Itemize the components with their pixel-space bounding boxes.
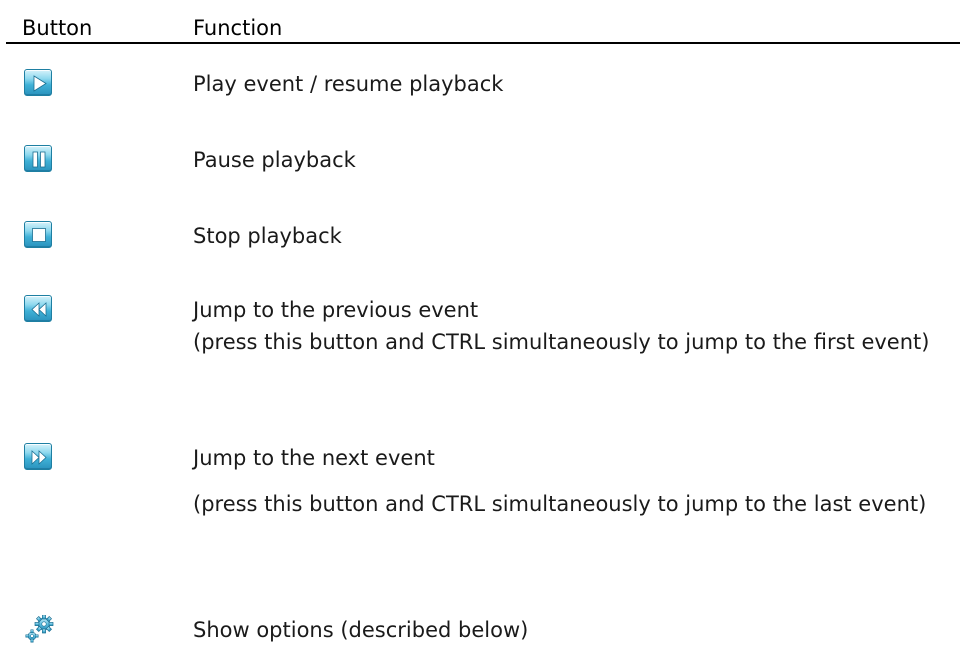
stop-icon [24, 221, 52, 248]
table-row-stop: Stop playback [0, 206, 960, 266]
row-function-cell: Jump to the previous event (press this b… [193, 294, 955, 358]
table-row-pause: Pause playback [0, 131, 960, 191]
options-gear-icon [24, 614, 54, 645]
table-row-play: Play event / resume playback [0, 56, 960, 116]
row-function-text: Jump to the previous event [193, 298, 479, 322]
row-function-text: Show options (described below) [193, 618, 529, 642]
row-function-text: Pause playback [193, 148, 356, 172]
row-function-cell: Jump to the next event (press this butto… [193, 442, 955, 520]
row-function-note: (press this button and CTRL simultaneous… [193, 330, 930, 354]
table-row-next-event: Jump to the next event (press this butto… [0, 428, 960, 568]
column-header-button: Button [22, 16, 93, 40]
header-rule [6, 42, 960, 44]
pause-icon [24, 145, 52, 172]
row-function-text: Jump to the next event [193, 446, 435, 470]
table-row-options: Show options (described below) [0, 612, 960, 662]
row-function-text: Stop playback [193, 224, 342, 248]
next-event-icon [24, 443, 52, 470]
previous-event-icon [24, 295, 52, 322]
row-function-text: Play event / resume playback [193, 72, 504, 96]
table-row-previous-event: Jump to the previous event (press this b… [0, 282, 960, 402]
row-function-note: (press this button and CTRL simultaneous… [193, 492, 927, 516]
column-header-function: Function [193, 16, 283, 40]
play-icon [24, 69, 52, 96]
table-header: Button Function [0, 0, 960, 42]
